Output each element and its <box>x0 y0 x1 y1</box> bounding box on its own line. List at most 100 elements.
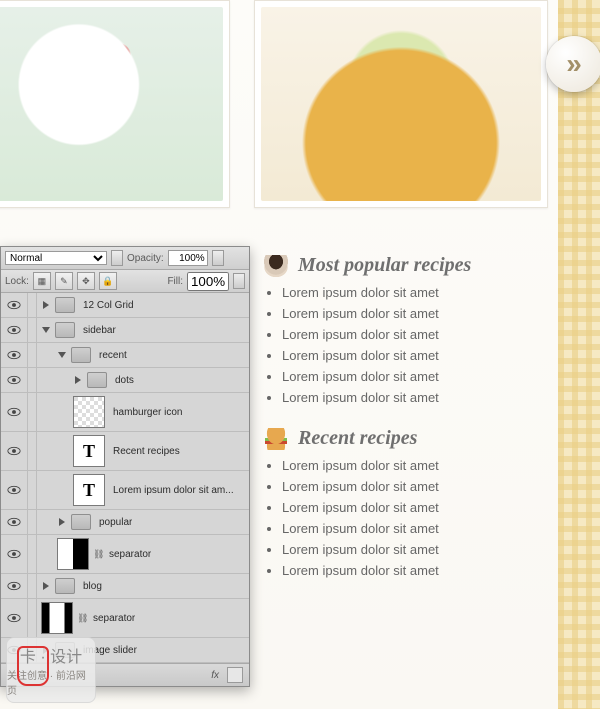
layer-row[interactable]: TLorem ipsum dolor sit am... <box>1 471 249 510</box>
disclosure-triangle-icon[interactable] <box>73 375 83 385</box>
layer-name[interactable]: popular <box>95 517 132 528</box>
list-item[interactable]: Lorem ipsum dolor sit amet <box>282 390 548 405</box>
list-item[interactable]: Lorem ipsum dolor sit amet <box>282 479 548 494</box>
layer-name[interactable]: recent <box>95 350 127 361</box>
list-item[interactable]: Lorem ipsum dolor sit amet <box>282 458 548 473</box>
lock-position-button[interactable]: ✥ <box>77 272 95 290</box>
carousel-slide[interactable] <box>0 0 230 208</box>
layer-name[interactable]: blog <box>79 581 102 592</box>
layer-name[interactable]: sidebar <box>79 325 116 336</box>
blend-mode-stepper[interactable] <box>111 250 123 266</box>
layer-name[interactable]: 12 Col Grid <box>79 300 134 311</box>
list-item[interactable]: Lorem ipsum dolor sit amet <box>282 521 548 536</box>
visibility-toggle[interactable] <box>1 432 28 470</box>
layer-select-gutter <box>28 293 37 317</box>
layer-name[interactable]: separator <box>89 613 135 624</box>
layer-row[interactable]: dots <box>1 368 249 393</box>
carousel-next-button[interactable]: » <box>546 36 600 92</box>
layer-name[interactable]: Lorem ipsum dolor sit am... <box>109 485 234 496</box>
food-photo <box>261 7 541 201</box>
layer-thumbnail <box>41 602 73 634</box>
visibility-toggle[interactable] <box>1 343 28 367</box>
food-photo <box>0 7 223 201</box>
blend-mode-select[interactable]: Normal <box>5 251 107 265</box>
lock-label: Lock: <box>5 276 29 287</box>
visibility-toggle[interactable] <box>1 471 28 509</box>
layer-row[interactable]: recent <box>1 343 249 368</box>
layer-thumbnail <box>73 396 105 428</box>
list-item[interactable]: Lorem ipsum dolor sit amet <box>282 306 548 321</box>
layer-row[interactable]: ⛓ separator <box>1 599 249 638</box>
visibility-toggle[interactable] <box>1 318 28 342</box>
link-icon: ⛓ <box>77 613 85 624</box>
lock-all-button[interactable]: 🔒 <box>99 272 117 290</box>
layer-name[interactable]: hamburger icon <box>109 407 182 418</box>
lock-image-button[interactable]: ✎ <box>55 272 73 290</box>
layer-select-gutter <box>28 535 37 573</box>
layer-row[interactable]: 12 Col Grid <box>1 293 249 318</box>
watermark: 卡 · 设计 关注创意 · 前沿网页 <box>6 637 96 703</box>
visibility-toggle[interactable] <box>1 535 28 573</box>
photoshop-layers-panel: Normal Opacity: Lock: ▦ ✎ ✥ 🔒 Fill: 12 C… <box>0 246 250 687</box>
folder-icon <box>71 347 91 363</box>
section-list: Lorem ipsum dolor sit amet Lorem ipsum do… <box>282 285 548 405</box>
visibility-toggle[interactable] <box>1 393 28 431</box>
layer-row[interactable]: ⛓ separator <box>1 535 249 574</box>
disclosure-triangle-icon[interactable] <box>57 517 67 527</box>
visibility-toggle[interactable] <box>1 510 28 534</box>
folder-icon <box>71 514 91 530</box>
section-header: Most popular recipes <box>262 254 548 277</box>
fill-label: Fill: <box>167 276 183 287</box>
layer-row[interactable]: hamburger icon <box>1 393 249 432</box>
list-item[interactable]: Lorem ipsum dolor sit amet <box>282 369 548 384</box>
layer-fx-label[interactable]: fx <box>211 670 219 681</box>
section-list: Lorem ipsum dolor sit amet Lorem ipsum do… <box>282 458 548 578</box>
chevron-right-icon: » <box>566 50 582 78</box>
layer-name[interactable]: Recent recipes <box>109 446 180 457</box>
fill-input[interactable] <box>187 272 229 291</box>
folder-icon <box>55 297 75 313</box>
layer-row[interactable]: blog <box>1 574 249 599</box>
fill-stepper[interactable] <box>233 273 245 289</box>
list-item[interactable]: Lorem ipsum dolor sit amet <box>282 348 548 363</box>
layer-thumbnail <box>57 538 89 570</box>
layer-name[interactable]: dots <box>111 375 134 386</box>
disclosure-triangle-icon[interactable] <box>41 300 51 310</box>
layer-select-gutter <box>28 393 37 431</box>
layer-select-gutter <box>28 368 37 392</box>
coffee-cup-icon <box>262 255 290 277</box>
carousel-slide[interactable] <box>254 0 548 208</box>
opacity-input[interactable] <box>168 250 208 266</box>
disclosure-triangle-icon[interactable] <box>57 350 67 360</box>
section-title: Most popular recipes <box>298 254 471 277</box>
layer-select-gutter <box>28 599 37 637</box>
layer-row[interactable]: sidebar <box>1 318 249 343</box>
layer-select-gutter <box>28 574 37 598</box>
list-item[interactable]: Lorem ipsum dolor sit amet <box>282 285 548 300</box>
layer-row[interactable]: T Recent recipes <box>1 432 249 471</box>
visibility-toggle[interactable] <box>1 368 28 392</box>
disclosure-triangle-icon[interactable] <box>41 325 51 335</box>
visibility-toggle[interactable] <box>1 293 28 317</box>
list-item[interactable]: Lorem ipsum dolor sit amet <box>282 500 548 515</box>
layer-select-gutter <box>28 432 37 470</box>
opacity-label: Opacity: <box>127 253 164 264</box>
layer-name[interactable]: separator <box>105 549 151 560</box>
layer-select-gutter <box>28 318 37 342</box>
list-item[interactable]: Lorem ipsum dolor sit amet <box>282 563 548 578</box>
list-item[interactable]: Lorem ipsum dolor sit amet <box>282 542 548 557</box>
link-icon: ⛓ <box>93 549 101 560</box>
folder-icon <box>87 372 107 388</box>
layer-row[interactable]: popular <box>1 510 249 535</box>
carousel <box>0 0 558 215</box>
layer-footer-icon[interactable] <box>227 667 243 683</box>
section-header: Recent recipes <box>262 427 548 450</box>
lock-transparency-button[interactable]: ▦ <box>33 272 51 290</box>
layer-select-gutter <box>28 343 37 367</box>
visibility-toggle[interactable] <box>1 599 28 637</box>
layer-thumbnail: T <box>73 435 105 467</box>
disclosure-triangle-icon[interactable] <box>41 581 51 591</box>
list-item[interactable]: Lorem ipsum dolor sit amet <box>282 327 548 342</box>
opacity-stepper[interactable] <box>212 250 224 266</box>
visibility-toggle[interactable] <box>1 574 28 598</box>
